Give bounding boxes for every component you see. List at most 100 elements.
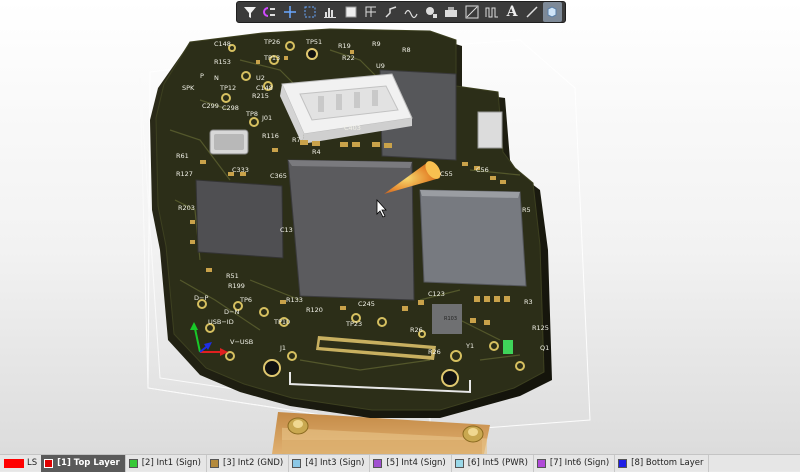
designator-u2: U2: [256, 74, 265, 82]
layer-color-swatch: [210, 458, 219, 468]
designator-r116: R116: [262, 132, 279, 140]
designator-dn: D−N: [224, 308, 239, 316]
diff-pair-icon[interactable]: [402, 2, 421, 22]
layer-tab-7[interactable]: [7] Int6 (Sign): [534, 454, 616, 472]
layer-tab-label: [5] Int4 (Sign): [386, 458, 446, 468]
designator-c56: C56: [476, 166, 489, 174]
designator-spk: SPK: [182, 84, 195, 92]
designator-j1: J1: [279, 344, 286, 352]
layer-set-button[interactable]: LS: [0, 455, 41, 472]
layer-tab-1[interactable]: [1] Top Layer: [41, 454, 126, 472]
layer-color-swatch: [128, 458, 138, 468]
3d-viewport[interactable]: C148 TP26 TP51 R19 R9 R8 R153 TP13 R22 U9 U2 P N SPK T…: [0, 0, 800, 454]
designator-c365: C365: [270, 172, 287, 180]
chip-ram[interactable]: [195, 179, 284, 259]
grid-icon[interactable]: [361, 2, 380, 22]
designator-r127: R127: [176, 170, 193, 178]
designator-tp13: TP13: [263, 54, 280, 62]
text-icon[interactable]: A: [502, 2, 521, 22]
layer-color-swatch: [373, 458, 383, 468]
layer-tab-2[interactable]: [2] Int1 (Sign): [126, 454, 207, 472]
designator-r51: R51: [226, 272, 239, 280]
designator-c245: C245: [358, 300, 375, 308]
crystal-inner: [214, 134, 244, 150]
chip-pmic[interactable]: [419, 189, 527, 287]
designator-r203: R203: [178, 204, 195, 212]
layer-tab-label: [2] Int1 (Sign): [141, 458, 201, 468]
route-icon[interactable]: [260, 2, 279, 22]
designator-c55: C55: [440, 170, 453, 178]
layer-color-swatch: [454, 458, 464, 468]
active-toolbar: A: [236, 1, 566, 23]
layer-set-label: LS: [27, 458, 38, 468]
designator-j01: J01: [261, 114, 272, 122]
designator-r153: R153: [214, 58, 231, 66]
designator-tp8: TP8: [245, 110, 258, 118]
layer-tab-label: [1] Top Layer: [57, 458, 120, 468]
designator-r61: R61: [176, 152, 189, 160]
layer-tab-6[interactable]: [6] Int5 (PWR): [452, 454, 534, 472]
interactive-route-icon[interactable]: [381, 2, 400, 22]
designator-c123: C123: [428, 290, 445, 298]
designator-q1: Q1: [540, 344, 549, 352]
designator-r215: R215: [252, 92, 269, 100]
designator-r8: R8: [402, 46, 411, 54]
designator-r5: R5: [522, 206, 531, 214]
crosshair-icon[interactable]: [280, 2, 299, 22]
designator-r26: R26: [428, 348, 441, 356]
line-icon[interactable]: [523, 2, 542, 22]
chart-icon[interactable]: [321, 2, 340, 22]
designator-r199: R199: [228, 282, 245, 290]
layer-color-swatch: [44, 458, 54, 468]
flex-edge: [282, 440, 482, 454]
layer-tab-label: [4] Int3 (Sign): [305, 458, 365, 468]
3d-body-icon[interactable]: [542, 2, 562, 22]
designator-vusb: V−USB: [230, 338, 253, 346]
designator-tp26: TP26: [263, 38, 280, 46]
component-icon[interactable]: [341, 2, 360, 22]
designator-r103: R103: [444, 316, 457, 322]
layer-color-swatch: [292, 458, 302, 468]
designator-y1: Y1: [465, 342, 474, 350]
layer-tab-label: [3] Int2 (GND): [223, 458, 284, 468]
layer-color-swatch: [536, 458, 546, 468]
layer-tab-3[interactable]: [3] Int2 (GND): [207, 454, 290, 472]
designator-r19: R19: [338, 42, 351, 50]
designator-c148b: C148: [256, 84, 273, 92]
chip-cpu[interactable]: [287, 159, 415, 301]
designator-r4: R4: [312, 148, 321, 156]
designator-c333: C333: [232, 166, 249, 174]
designator-tp12: TP12: [219, 84, 236, 92]
designator-c298: C298: [222, 104, 239, 112]
designator-r26b: R26: [410, 326, 423, 334]
designator-tp10: TP10: [273, 318, 290, 326]
designator-p: P: [200, 72, 204, 80]
layer-tabs-bar: LS [1] Top Layer [2] Int1 (Sign) [3] Int2 …: [0, 454, 800, 472]
fill-icon[interactable]: [442, 2, 461, 22]
designator-r3: R3: [524, 298, 533, 306]
designator-tp51: TP51: [305, 38, 322, 46]
designator-usbid: USB−ID: [208, 318, 234, 326]
text-icon-glyph: A: [506, 4, 518, 20]
layer-tab-label: [8] Bottom Layer: [631, 458, 704, 468]
designator-r22: R22: [342, 54, 355, 62]
pcb-3d-scene[interactable]: C148 TP26 TP51 R19 R9 R8 R153 TP13 R22 U9 U2 P N SPK T…: [0, 0, 800, 454]
length-tune-icon[interactable]: [482, 2, 501, 22]
layer-tabs: [1] Top Layer [2] Int1 (Sign) [3] Int2 (GN…: [41, 454, 710, 472]
layer-tab-8[interactable]: [8] Bottom Layer: [615, 454, 710, 472]
green-led: [503, 340, 513, 354]
designator-c148a: C148: [214, 40, 231, 48]
layer-tab-5[interactable]: [5] Int4 (Sign): [370, 454, 452, 472]
designator-c403: C403: [344, 124, 361, 132]
designator-tp6: TP6: [239, 296, 252, 304]
designator-u9: U9: [376, 62, 385, 70]
region-icon[interactable]: [462, 2, 481, 22]
designator-dp: D−P: [194, 294, 208, 302]
designator-n: N: [214, 74, 219, 82]
pad-via-icon[interactable]: [422, 2, 441, 22]
filter-icon[interactable]: [240, 2, 259, 22]
select-rect-icon[interactable]: [301, 2, 320, 22]
designator-c299: C299: [202, 102, 219, 110]
layer-tab-4[interactable]: [4] Int3 (Sign): [289, 454, 371, 472]
designator-r120: R120: [306, 306, 323, 314]
